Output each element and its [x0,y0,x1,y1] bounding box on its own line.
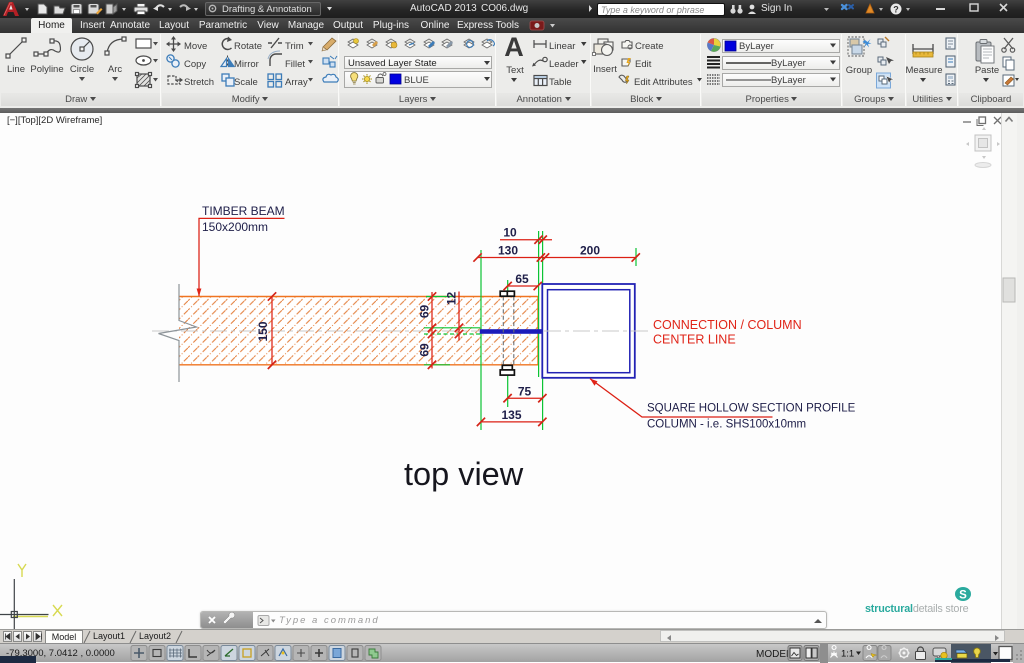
svg-text:S: S [959,590,967,602]
svg-text:135: 135 [501,408,521,422]
svg-text:top view: top view [404,456,524,492]
svg-text:130: 130 [498,244,518,258]
svg-text:12: 12 [445,292,459,306]
svg-text:CONNECTION / COLUMN: CONNECTION / COLUMN [653,318,802,332]
svg-text:COLUMN - i.e. SHS100x10mm: COLUMN - i.e. SHS100x10mm [647,419,806,431]
svg-text:150x200mm: 150x200mm [202,220,268,234]
svg-text:10: 10 [503,226,517,240]
svg-text:MODEL: MODEL [756,649,792,660]
svg-text:150: 150 [256,321,270,341]
svg-text:69: 69 [418,305,432,319]
svg-text:SQUARE HOLLOW SECTION PROFILE: SQUARE HOLLOW SECTION PROFILE [647,403,856,415]
svg-text:CENTER LINE: CENTER LINE [653,333,736,347]
svg-text:69: 69 [418,343,432,357]
svg-text:TIMBER BEAM: TIMBER BEAM [202,204,285,218]
svg-text:200: 200 [580,244,600,258]
svg-text:65: 65 [515,272,529,286]
svg-text:1:1: 1:1 [841,649,854,660]
svg-text:structuraldetails store: structuraldetails store [865,603,969,615]
svg-text:75: 75 [518,384,532,398]
